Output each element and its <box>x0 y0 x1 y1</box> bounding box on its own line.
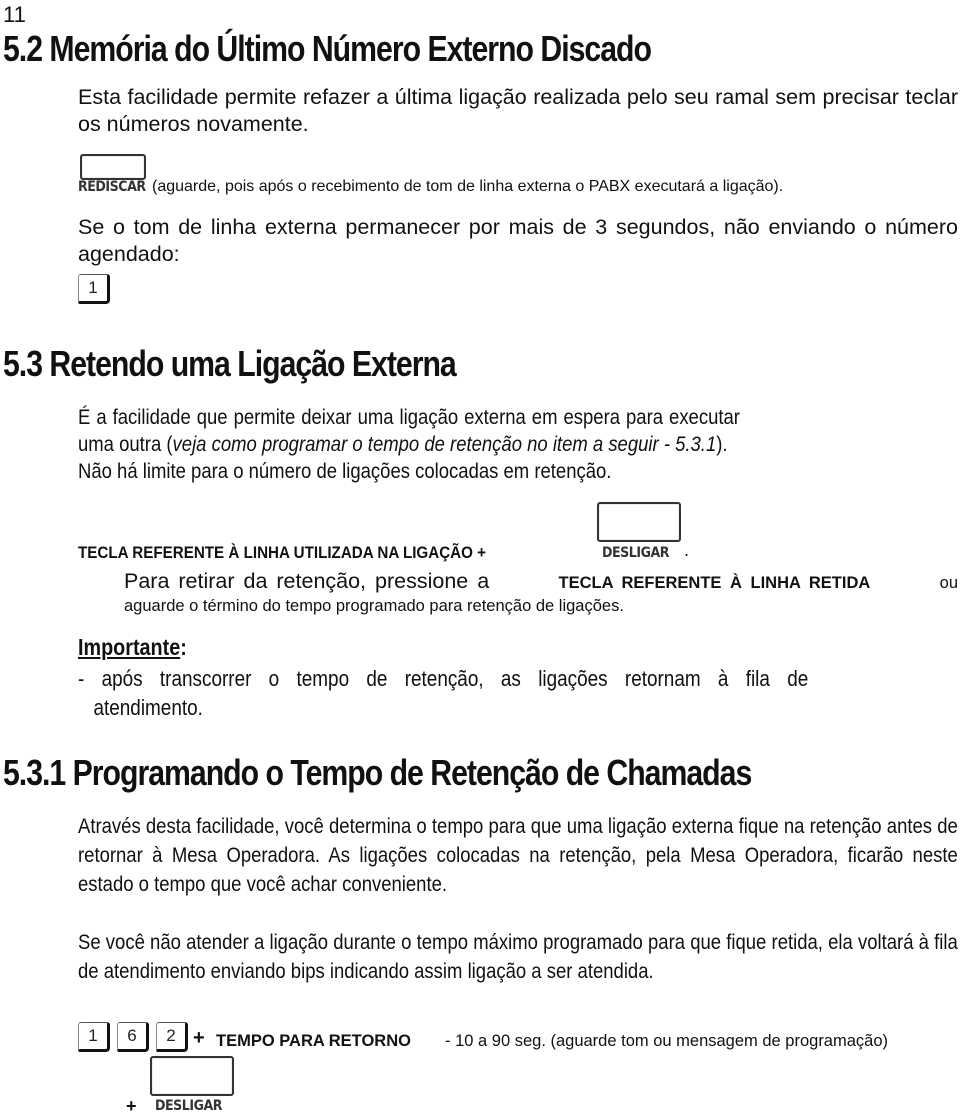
section-5-3-1-title: 5.3.1 Programando o Tempo de Retenção de… <box>3 752 752 793</box>
line2-italic-reference: veja como programar o tempo de retenção … <box>172 432 717 456</box>
release-line: Para retirar da retenção, pressione a TE… <box>124 569 958 594</box>
release-key: TECLA REFERENTE À LINHA RETIDA <box>558 574 871 592</box>
section-5-3-line3: Não há limite para o número de ligações … <box>78 459 612 483</box>
page-number: 11 <box>3 2 26 27</box>
release-prefix: Para retirar da retenção, pressione a <box>124 569 490 593</box>
important-label: Importante <box>78 634 181 660</box>
hold-instruction: TECLA REFERENTE À LINHA UTILIZADA NA LIG… <box>78 544 487 562</box>
desligar-key-label: DESLIGAR <box>155 1098 223 1114</box>
tempo-range: - 10 a 90 seg. (aguarde tom ou mensagem … <box>445 1032 889 1050</box>
section-5-2-intro: Esta facilidade permite refazer a última… <box>78 85 958 136</box>
line2-suffix: ). <box>716 432 728 456</box>
important-text-line: - após transcorrer o tempo de retenção, … <box>78 666 809 691</box>
digit-key-1: 1 <box>78 1022 110 1052</box>
line2-prefix: uma outra ( <box>78 432 173 456</box>
section-5-3-1-para2: Se você não atender a ligação durante o … <box>78 930 958 983</box>
section-5-3-title: 5.3 Retendo uma Ligação Externa <box>3 343 457 384</box>
section-5-3-line2: uma outra (veja como programar o tempo d… <box>78 431 958 458</box>
digit-key-6: 6 <box>117 1022 149 1052</box>
important-text2: atendimento. <box>93 695 203 720</box>
release-suffix: ou <box>939 574 958 592</box>
rediscar-key-label: REDISCAR <box>78 179 146 195</box>
tempo-label: TEMPO PARA RETORNO <box>216 1032 411 1050</box>
desligar-key-icon <box>150 1056 234 1096</box>
digit-key-1: 1 <box>78 274 110 304</box>
rediscar-note: (aguarde, pois após o recebimento de tom… <box>152 178 784 195</box>
release-line2: aguarde o término do tempo programado pa… <box>124 597 624 615</box>
section-5-2-title: 5.2 Memória do Último Número Externo Dis… <box>3 28 652 69</box>
tone-note: Se o tom de linha externa permanecer por… <box>78 215 958 266</box>
section-5-3-line1: É a facilidade que permite deixar uma li… <box>78 405 740 429</box>
desligar-key-icon <box>597 502 681 542</box>
section-5-3-1-para1: Através desta facilidade, você determina… <box>78 814 958 896</box>
important-text: - após transcorrer o tempo de retenção, … <box>78 664 958 693</box>
important-heading: Importante: <box>78 634 187 661</box>
digit-key-2: 2 <box>156 1022 188 1052</box>
rediscar-key-icon <box>80 154 146 180</box>
plus-sign: + <box>126 1096 137 1116</box>
plus-sign: + <box>193 1027 205 1049</box>
instruction-period: . <box>684 540 690 560</box>
desligar-key-label: DESLIGAR <box>602 545 670 561</box>
important-colon: : <box>180 634 187 660</box>
